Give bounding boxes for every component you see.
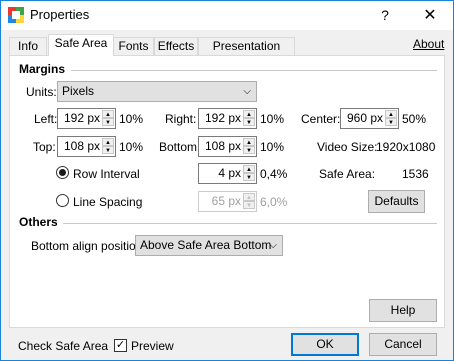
window-title: Properties [30,7,90,22]
preview-label[interactable]: Preview [131,339,174,353]
row-interval-radio[interactable] [56,166,69,179]
margins-divider [71,70,437,71]
others-heading: Others [19,215,58,229]
checkmark-icon: ✓ [115,339,126,351]
spin-up-icon[interactable]: ▲ [385,110,397,118]
row-interval-value: 4 px [218,166,241,180]
others-divider [63,223,437,224]
center-percent: 50% [402,112,427,126]
safe-area-label: Safe Area: [319,167,376,181]
spin-down-icon[interactable]: ▼ [102,146,114,154]
video-size-value: 1920x1080 [376,140,436,154]
top-spinner[interactable]: 108 px ▲ ▼ [57,136,116,157]
left-percent: 10% [119,112,144,126]
top-percent: 10% [119,140,144,154]
preview-checkbox[interactable]: ✓ [114,339,127,352]
left-value: 192 px [63,111,100,125]
bottom-align-select-value: Above Safe Area Bottom [140,238,272,252]
line-spacing-label[interactable]: Line Spacing [73,195,142,209]
spin-up-icon[interactable]: ▲ [102,110,114,118]
spin-up-icon[interactable]: ▲ [102,138,114,146]
video-size-label: Video Size: [317,140,378,154]
spin-up-icon[interactable]: ▲ [243,193,255,201]
right-percent: 10% [260,112,285,126]
left-label: Left: [34,112,58,126]
tab-safe-area[interactable]: Safe Area [48,34,114,56]
spin-down-icon[interactable]: ▼ [102,118,114,126]
spin-up-icon[interactable]: ▲ [243,165,255,173]
close-button[interactable]: ✕ [407,1,453,30]
title-help-button[interactable]: ? [373,5,397,25]
line-spacing-spinner[interactable]: 65 px ▲ ▼ [198,191,257,212]
top-value: 108 px [63,139,100,153]
center-value: 960 px [346,111,383,125]
help-button[interactable]: Help [369,299,437,322]
units-select[interactable]: Pixels ⌵ [57,81,257,102]
units-select-value: Pixels [62,84,95,98]
center-label: Center: [301,112,341,126]
line-spacing-value: 65 px [211,194,241,208]
radio-selected-dot [59,169,66,176]
spin-up-icon[interactable]: ▲ [243,110,255,118]
row-interval-spinner[interactable]: 4 px ▲ ▼ [198,163,257,184]
safe-area-value: 1536 [402,167,429,181]
chevron-down-icon: ⌵ [269,240,277,251]
chevron-down-icon: ⌵ [243,86,251,97]
units-label: Units: [26,85,57,99]
right-spinner[interactable]: 192 px ▲ ▼ [198,108,257,129]
tab-presentation-style[interactable]: Presentation Style [198,37,295,70]
check-safe-area-label: Check Safe Area [18,339,109,353]
app-icon [8,7,24,23]
spin-down-icon[interactable]: ▼ [243,173,255,181]
right-value: 192 px [204,111,241,125]
spin-down-icon[interactable]: ▼ [243,146,255,154]
spin-down-icon[interactable]: ▼ [385,118,397,126]
margins-heading: Margins [19,62,66,76]
top-label: Top: [33,140,56,154]
bottom-align-label: Bottom align position: [31,239,146,253]
properties-dialog: Properties ? ✕ Info Safe Area Fonts Effe… [0,0,454,361]
defaults-button[interactable]: Defaults [368,190,425,213]
center-spinner[interactable]: 960 px ▲ ▼ [340,108,399,129]
tab-info[interactable]: Info [9,37,47,55]
title-bar: Properties ? ✕ [1,1,453,30]
spin-down-icon[interactable]: ▼ [243,118,255,126]
about-link[interactable]: About [413,37,444,51]
line-spacing-radio[interactable] [56,194,69,207]
ok-button[interactable]: OK [291,333,359,356]
spin-up-icon[interactable]: ▲ [243,138,255,146]
bottom-spinner[interactable]: 108 px ▲ ▼ [198,136,257,157]
tab-effects[interactable]: Effects [154,37,198,55]
bottom-align-select[interactable]: Above Safe Area Bottom ⌵ [135,235,283,256]
right-label: Right: [165,112,197,126]
tab-fonts[interactable]: Fonts [113,37,154,55]
row-interval-label[interactable]: Row Interval [73,167,140,181]
row-interval-percent: 0,4% [260,167,288,181]
bottom-label: Bottom: [159,140,201,154]
cancel-button[interactable]: Cancel [369,333,437,356]
bottom-percent: 10% [260,140,285,154]
bottom-value: 108 px [204,139,241,153]
left-spinner[interactable]: 192 px ▲ ▼ [57,108,116,129]
spin-down-icon[interactable]: ▼ [243,201,255,209]
line-spacing-percent: 6,0% [260,195,288,209]
